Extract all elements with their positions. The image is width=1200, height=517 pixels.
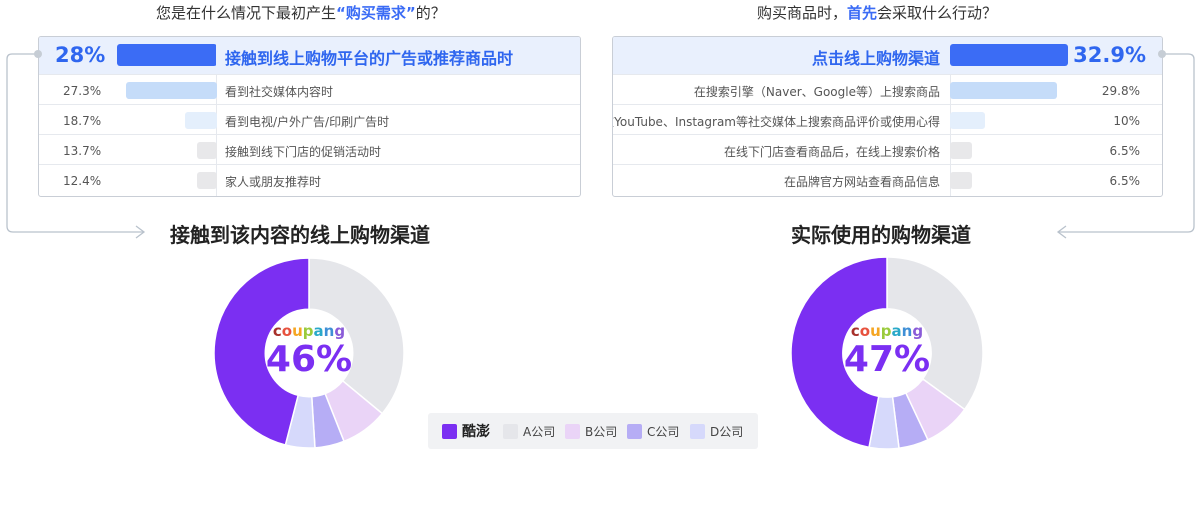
legend-item: C公司 — [627, 423, 679, 440]
left-connector-dot — [34, 50, 42, 58]
legend: 酷澎 A公司 B公司 C公司 D公司 — [428, 413, 758, 449]
legend-label: D公司 — [710, 425, 744, 439]
right-donut-center: coupang 47% — [837, 322, 937, 380]
legend-item: 酷澎 — [442, 421, 490, 441]
right-connector-dot — [1158, 50, 1166, 58]
legend-swatch — [690, 424, 705, 439]
logo-letter: u — [870, 322, 881, 340]
legend-swatch — [565, 424, 580, 439]
logo-letter: g — [912, 322, 924, 340]
left-connector-line — [6, 53, 144, 233]
coupang-logo: coupang — [837, 322, 937, 340]
logo-letter: p — [880, 322, 892, 340]
right-donut-title: 实际使用的购物渠道 — [791, 223, 971, 247]
logo-letter: c — [272, 322, 282, 340]
logo-letter: a — [313, 322, 324, 340]
logo-letter: a — [891, 322, 902, 340]
right-connector-line — [1058, 53, 1195, 233]
coupang-logo: coupang — [259, 322, 359, 340]
right-center-pct: 47% — [843, 339, 931, 380]
logo-letter: c — [850, 322, 860, 340]
logo-letter: g — [334, 322, 346, 340]
logo-letter: n — [901, 322, 913, 340]
left-donut-center: coupang 46% — [259, 322, 359, 380]
logo-letter: o — [859, 322, 871, 340]
legend-swatch — [503, 424, 518, 439]
legend-label: C公司 — [647, 425, 680, 439]
legend-item: B公司 — [565, 423, 617, 440]
legend-label: 酷澎 — [462, 424, 490, 440]
legend-label: B公司 — [585, 425, 618, 439]
logo-letter: p — [302, 322, 314, 340]
left-center-pct: 46% — [265, 339, 353, 380]
legend-item: D公司 — [690, 423, 743, 440]
logo-letter: u — [292, 322, 303, 340]
legend-label: A公司 — [523, 425, 556, 439]
legend-swatch — [627, 424, 642, 439]
logo-letter: o — [281, 322, 293, 340]
legend-item: A公司 — [503, 423, 555, 440]
left-donut-title: 接触到该内容的线上购物渠道 — [170, 223, 430, 247]
logo-letter: n — [323, 322, 335, 340]
legend-swatch — [442, 424, 457, 439]
